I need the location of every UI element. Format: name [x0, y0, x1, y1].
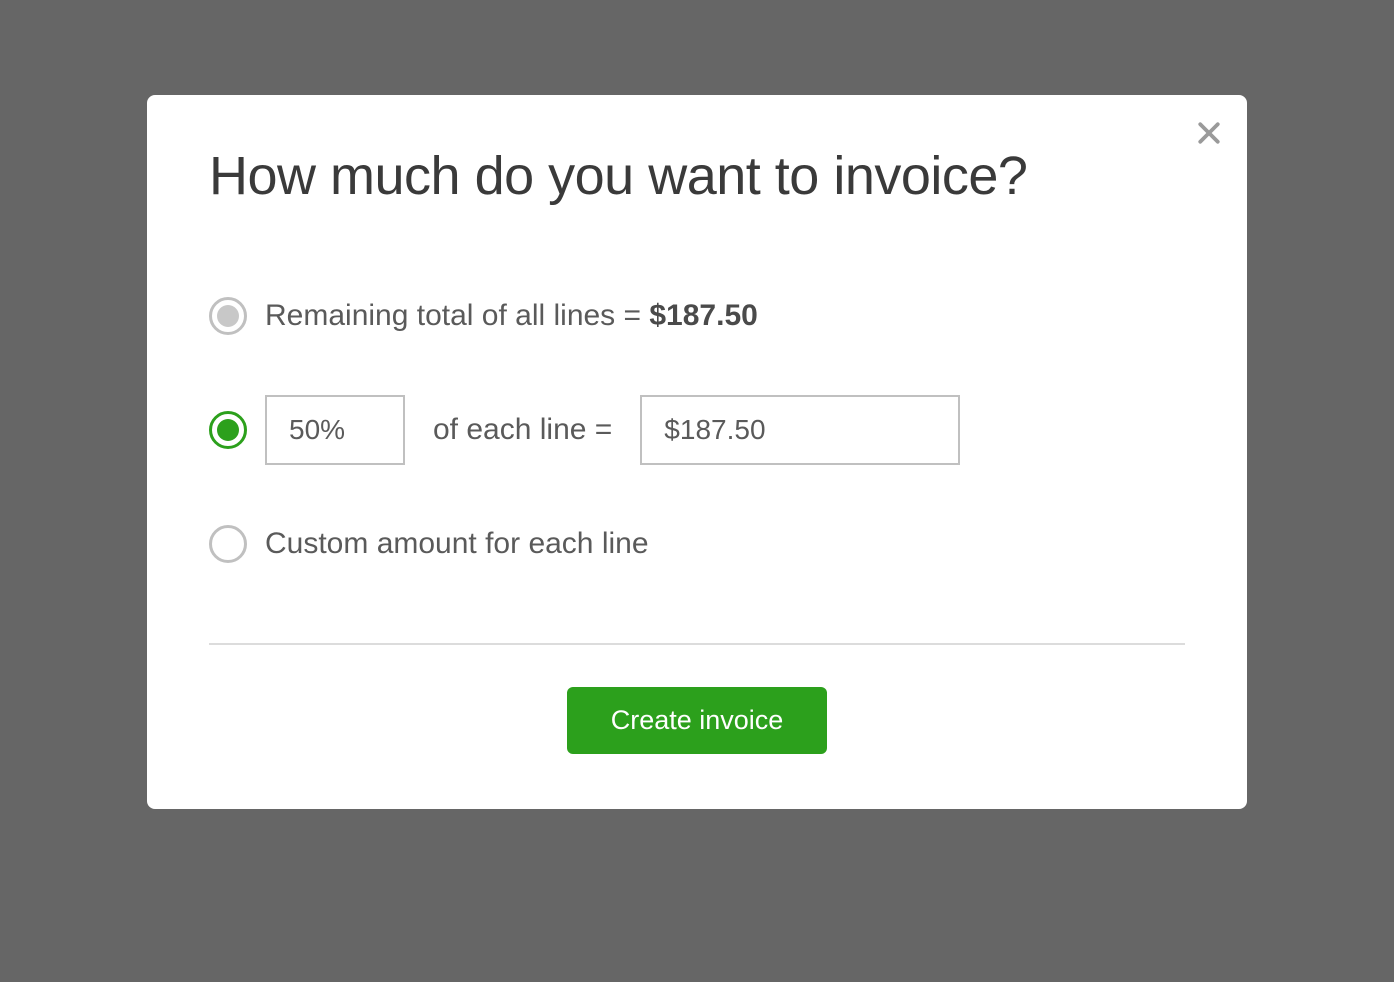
remaining-amount: $187.50 [649, 299, 757, 332]
close-button[interactable] [1189, 113, 1229, 153]
create-invoice-button[interactable]: Create invoice [567, 687, 828, 754]
invoice-amount-modal: How much do you want to invoice? Remaini… [147, 95, 1247, 809]
percent-mid-label: of each line = [433, 413, 612, 447]
radio-percent-of-line[interactable] [209, 411, 247, 449]
remaining-label-prefix: Remaining total of all lines = [265, 299, 649, 332]
close-icon [1194, 118, 1224, 148]
invoice-options: Remaining total of all lines = $187.50 o… [209, 297, 1185, 563]
percent-input[interactable] [265, 395, 405, 465]
modal-footer: Create invoice [209, 687, 1185, 754]
radio-custom-amount[interactable] [209, 525, 247, 563]
amount-input[interactable] [640, 395, 960, 465]
option-percent-of-line[interactable]: of each line = [209, 395, 1185, 465]
option-remaining-label: Remaining total of all lines = $187.50 [265, 299, 758, 333]
option-remaining-total[interactable]: Remaining total of all lines = $187.50 [209, 297, 1185, 335]
divider [209, 643, 1185, 645]
option-custom-label: Custom amount for each line [265, 527, 649, 561]
radio-remaining-total[interactable] [209, 297, 247, 335]
modal-title: How much do you want to invoice? [209, 145, 1185, 207]
option-custom-amount[interactable]: Custom amount for each line [209, 525, 1185, 563]
